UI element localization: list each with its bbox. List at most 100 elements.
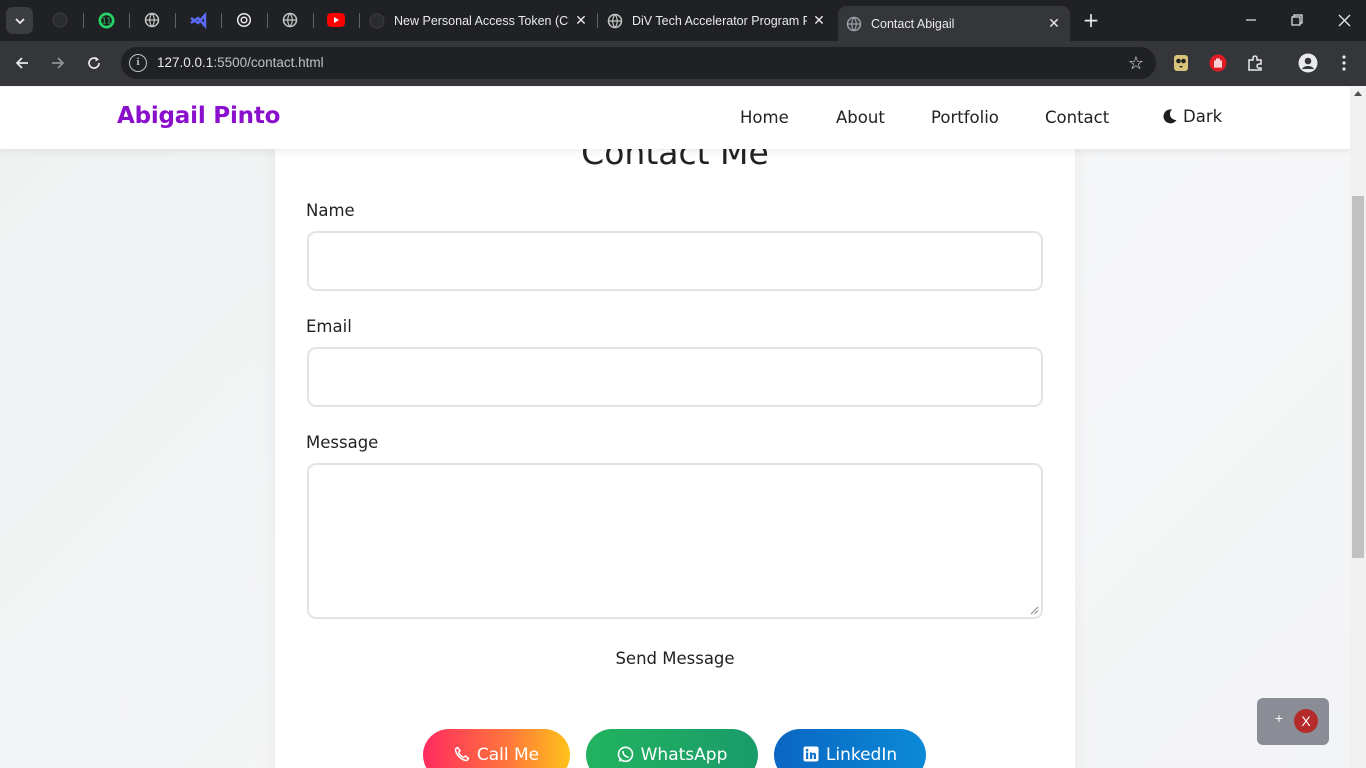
pinned-tab-openai[interactable] xyxy=(235,11,253,29)
arrow-right-icon xyxy=(52,57,65,69)
nav-contact[interactable]: Contact xyxy=(1045,108,1109,127)
call-me-label: Call Me xyxy=(476,745,540,765)
stop-hand-extension-icon xyxy=(1209,54,1227,72)
profile-avatar-icon xyxy=(1298,53,1318,73)
restore-button[interactable] xyxy=(1285,8,1309,32)
tab-separator xyxy=(175,13,176,28)
page-viewport: Contact Me Name Email Message Send Messa… xyxy=(0,87,1350,768)
name-field[interactable] xyxy=(307,231,1043,291)
tab-title: Contact Abigail xyxy=(871,16,955,31)
tab-separator xyxy=(221,13,222,28)
github-icon xyxy=(369,13,385,29)
email-field[interactable] xyxy=(307,347,1043,407)
tab-separator xyxy=(313,13,314,28)
address-bar[interactable]: i 127.0.0.1:5500/contact.html ☆ xyxy=(121,47,1156,79)
linkedin-label: LinkedIn xyxy=(825,745,898,765)
tab-separator xyxy=(359,13,360,28)
pinned-tab-youtube[interactable] xyxy=(327,11,345,29)
bookmark-star-icon[interactable]: ☆ xyxy=(1128,53,1144,74)
pinned-tab-whatsapp[interactable]: 11 xyxy=(97,11,115,29)
widget-plus-button[interactable]: + xyxy=(1271,710,1287,726)
reload-icon xyxy=(88,56,100,69)
page-scrollbar[interactable] xyxy=(1350,87,1366,768)
resize-handle-icon[interactable] xyxy=(1030,606,1039,615)
browser-toolbar: i 127.0.0.1:5500/contact.html ☆ xyxy=(0,41,1366,86)
dark-mode-label: Dark xyxy=(1183,107,1223,126)
call-me-button[interactable]: Call Me xyxy=(423,729,570,768)
tab-separator xyxy=(267,13,268,28)
floating-widget: + X xyxy=(1257,698,1329,745)
tab-title: New Personal Access Token (Cla xyxy=(394,13,569,28)
extension-stop[interactable] xyxy=(1207,52,1229,74)
extensions-button[interactable] xyxy=(1244,52,1266,74)
close-tab-icon[interactable]: ✕ xyxy=(811,12,827,29)
linkedin-button[interactable]: LinkedIn xyxy=(774,729,926,768)
message-field[interactable] xyxy=(307,463,1043,619)
extension-owl[interactable] xyxy=(1170,52,1192,74)
widget-close-button[interactable]: X xyxy=(1294,709,1318,733)
pinned-tab-globe-2[interactable] xyxy=(281,11,299,29)
nav-about[interactable]: About xyxy=(836,108,885,127)
openai-icon xyxy=(236,12,252,28)
whatsapp-icon: 11 xyxy=(98,12,114,28)
pinned-tab-vscode[interactable] xyxy=(189,11,207,29)
close-icon xyxy=(1338,14,1350,26)
pinned-tab-github[interactable] xyxy=(51,11,69,29)
scroll-thumb[interactable] xyxy=(1352,196,1364,558)
globe-icon xyxy=(282,12,298,28)
globe-icon xyxy=(846,16,862,32)
site-info-icon[interactable]: i xyxy=(129,54,147,72)
tab-title: DiV Tech Accelerator Program P xyxy=(632,13,807,28)
minimize-button[interactable] xyxy=(1239,8,1263,32)
tab-search-button[interactable] xyxy=(6,7,33,34)
name-label: Name xyxy=(306,201,355,220)
contact-card: Contact Me Name Email Message Send Messa… xyxy=(275,87,1075,768)
minimize-icon xyxy=(1246,19,1256,21)
message-label: Message xyxy=(306,433,379,452)
close-tab-icon[interactable]: ✕ xyxy=(1046,15,1062,32)
back-button[interactable] xyxy=(11,52,33,74)
reload-button[interactable] xyxy=(83,52,105,74)
tab-div-tech[interactable]: DiV Tech Accelerator Program P ✕ xyxy=(607,7,827,34)
profile-button[interactable] xyxy=(1297,52,1319,74)
tab-github-token[interactable]: New Personal Access Token (Cla ✕ xyxy=(369,7,589,34)
youtube-icon xyxy=(327,13,345,27)
pinned-tab-globe[interactable] xyxy=(143,11,161,29)
tab-separator xyxy=(597,13,598,28)
nav-portfolio[interactable]: Portfolio xyxy=(931,108,999,127)
dark-mode-toggle[interactable]: Dark xyxy=(1161,107,1222,126)
close-tab-icon[interactable]: ✕ xyxy=(573,12,589,29)
whatsapp-label: WhatsApp xyxy=(640,745,728,765)
browser-tab-strip: 11 New Personal Access Token (Cla ✕ DiV … xyxy=(0,0,1366,41)
vscode-icon xyxy=(189,11,206,29)
tab-contact-abigail[interactable]: Contact Abigail ✕ xyxy=(838,6,1070,41)
tab-separator xyxy=(129,13,130,28)
url-path: :5500/contact.html xyxy=(213,55,324,70)
whatsapp-icon xyxy=(617,746,633,763)
arrow-left-icon xyxy=(15,57,28,69)
linkedin-icon xyxy=(803,746,819,762)
url-text[interactable]: 127.0.0.1:5500/contact.html xyxy=(157,55,324,70)
kebab-menu-icon xyxy=(1342,55,1346,71)
nav-home[interactable]: Home xyxy=(740,108,789,127)
browser-menu-button[interactable] xyxy=(1333,52,1355,74)
url-host: 127.0.0.1 xyxy=(157,55,214,70)
forward-button[interactable] xyxy=(47,52,69,74)
puzzle-icon xyxy=(1248,55,1262,71)
scroll-up-arrow-icon[interactable] xyxy=(1354,91,1362,96)
globe-icon xyxy=(607,13,623,29)
email-label: Email xyxy=(306,317,352,336)
close-window-button[interactable] xyxy=(1332,8,1356,32)
send-message-button[interactable]: Send Message xyxy=(275,649,1075,668)
new-tab-button[interactable]: + xyxy=(1080,9,1102,31)
globe-icon xyxy=(144,12,160,28)
moon-icon xyxy=(1163,109,1177,124)
chevron-down-icon xyxy=(14,17,25,24)
whatsapp-badge: 11 xyxy=(101,16,111,25)
site-navbar: Abigail Pinto Home About Portfolio Conta… xyxy=(0,87,1350,149)
whatsapp-button[interactable]: WhatsApp xyxy=(586,729,758,768)
owl-extension-icon xyxy=(1174,55,1188,71)
site-brand[interactable]: Abigail Pinto xyxy=(117,103,280,129)
tab-separator xyxy=(83,13,84,28)
github-icon xyxy=(52,12,68,28)
